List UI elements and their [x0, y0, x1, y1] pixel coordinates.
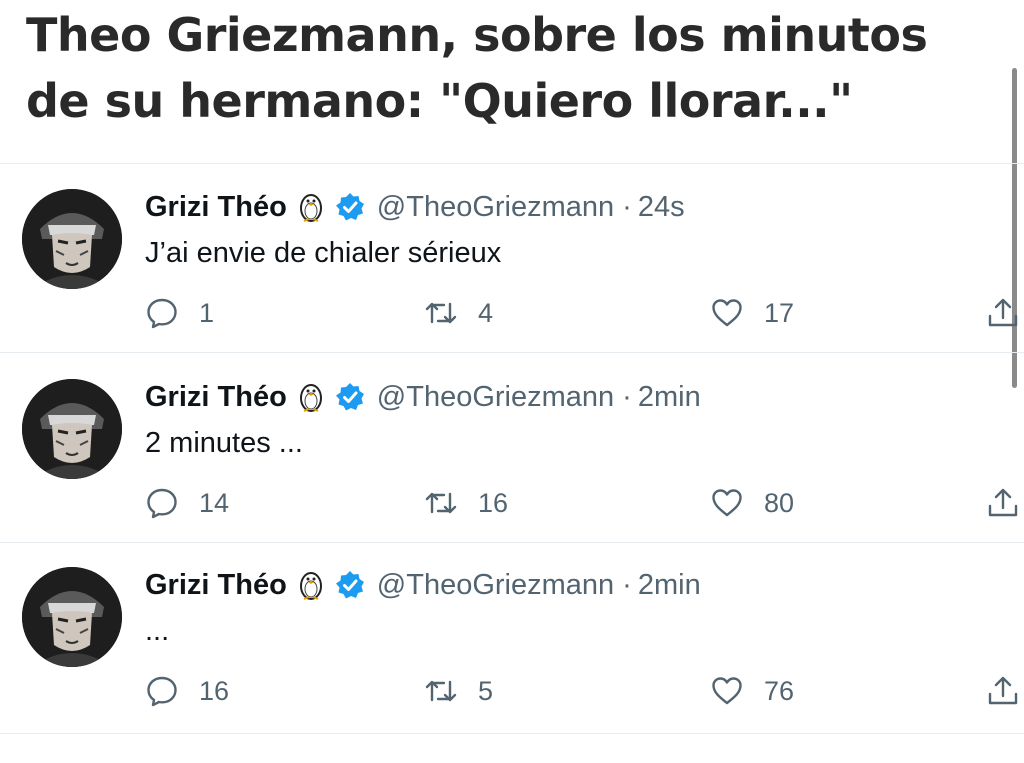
reply-button[interactable]: 16 [145, 671, 229, 711]
display-name[interactable]: Grizi Théo [145, 381, 287, 414]
share-icon [986, 296, 1020, 330]
share-icon [986, 674, 1020, 708]
retweet-button[interactable]: 4 [424, 293, 493, 333]
share-button[interactable] [986, 671, 1020, 711]
avatar[interactable] [22, 379, 122, 479]
reply-count: 1 [199, 297, 215, 328]
heart-icon [710, 674, 744, 708]
headline-line-1: Theo Griezmann, sobre los minutos [26, 8, 928, 62]
retweet-count: 16 [478, 487, 509, 518]
share-button[interactable] [986, 293, 1020, 333]
separator-dot: · [622, 380, 632, 413]
share-button[interactable] [986, 483, 1020, 523]
timestamp[interactable]: 24s [638, 191, 685, 224]
reply-count: 14 [199, 487, 230, 518]
verified-badge-icon [335, 382, 365, 412]
like-button[interactable]: 76 [710, 671, 794, 711]
tweet-text: J’ai envie de chialer sérieux [145, 237, 502, 269]
avatar[interactable] [22, 567, 122, 667]
separator-dot: · [622, 190, 632, 223]
heart-icon [710, 296, 744, 330]
tweet-text: ... [145, 615, 170, 647]
divider [0, 352, 1024, 353]
heart-icon [710, 486, 744, 520]
separator-dot: · [622, 568, 632, 601]
user-handle[interactable]: @TheoGriezmann [377, 191, 614, 224]
like-count: 76 [764, 675, 795, 706]
retweet-icon [424, 674, 458, 708]
reply-bubble-icon [145, 674, 179, 708]
retweet-count: 4 [478, 297, 494, 328]
divider [0, 733, 1024, 734]
like-button[interactable]: 17 [710, 293, 794, 333]
timestamp[interactable]: 2min [638, 569, 701, 602]
reply-button[interactable]: 14 [145, 483, 229, 523]
reply-bubble-icon [145, 296, 179, 330]
user-handle[interactable]: @TheoGriezmann [377, 381, 614, 414]
headline-line-2: de su hermano: "Quiero llorar..." [26, 74, 853, 128]
verified-badge-icon [335, 570, 365, 600]
retweet-button[interactable]: 5 [424, 671, 493, 711]
retweet-icon [424, 296, 458, 330]
display-name[interactable]: Grizi Théo [145, 569, 287, 602]
penguin-icon [295, 381, 327, 413]
avatar[interactable] [22, 189, 122, 289]
like-count: 80 [764, 487, 795, 518]
share-icon [986, 486, 1020, 520]
reply-bubble-icon [145, 486, 179, 520]
like-count: 17 [764, 297, 795, 328]
divider [0, 163, 1024, 164]
timestamp[interactable]: 2min [638, 381, 701, 414]
tweet[interactable]: Grizi Théo @TheoGriezmann · 2min ... 16 … [0, 543, 1024, 731]
reply-button[interactable]: 1 [145, 293, 214, 333]
user-handle[interactable]: @TheoGriezmann [377, 569, 614, 602]
article-headline: Theo Griezmann, sobre los minutos de su … [26, 2, 986, 134]
tweet[interactable]: Grizi Théo @TheoGriezmann · 2min 2 minut… [0, 355, 1024, 543]
like-button[interactable]: 80 [710, 483, 794, 523]
reply-count: 16 [199, 675, 230, 706]
tweet-text: 2 minutes ... [145, 427, 303, 459]
retweet-button[interactable]: 16 [424, 483, 508, 523]
verified-badge-icon [335, 192, 365, 222]
tweet[interactable]: Grizi Théo @TheoGriezmann · 24s J’ai env… [0, 165, 1024, 353]
display-name[interactable]: Grizi Théo [145, 191, 287, 224]
retweet-count: 5 [478, 675, 494, 706]
retweet-icon [424, 486, 458, 520]
penguin-icon [295, 569, 327, 601]
penguin-icon [295, 191, 327, 223]
